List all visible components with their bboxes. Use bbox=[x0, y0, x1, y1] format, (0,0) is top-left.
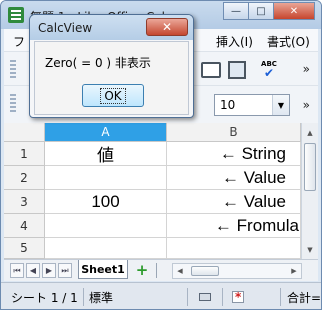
font-size-combobox[interactable]: 10 ▼ bbox=[214, 94, 290, 116]
select-all-corner[interactable] bbox=[4, 123, 45, 142]
chevron-down-icon[interactable]: ▼ bbox=[272, 95, 289, 115]
sheet-tab-bar: ⏮ ◀ ▶ ⏭ Sheet1 + ◀ ▶ bbox=[4, 259, 318, 281]
close-button[interactable]: ✕ bbox=[273, 2, 315, 20]
ok-button[interactable]: OK bbox=[82, 84, 144, 107]
horizontal-scroll-thumb[interactable] bbox=[191, 266, 219, 276]
toolbar-grip-icon[interactable] bbox=[10, 94, 16, 112]
document-modified-icon bbox=[232, 290, 244, 304]
dialog-title-bar[interactable]: CalcView ✕ bbox=[30, 15, 193, 40]
menu-insert[interactable]: 挿入(I) bbox=[216, 33, 253, 50]
column-header-a[interactable]: A bbox=[45, 123, 167, 142]
font-size-value[interactable]: 10 bbox=[220, 98, 235, 112]
row-header[interactable]: 1 bbox=[4, 142, 45, 166]
first-sheet-icon[interactable]: ⏮ bbox=[10, 263, 24, 278]
status-divider bbox=[187, 288, 188, 306]
status-bar: シート 1 / 1 標準 合計= bbox=[1, 282, 322, 309]
cell-b2[interactable]: ← Value bbox=[167, 166, 301, 190]
ok-button-label: OK bbox=[100, 87, 126, 104]
spreadsheet-grid[interactable]: A B 1 値 ← String 2 ← Value 3 100 ← Value… bbox=[4, 123, 301, 259]
table-row: 1 値 ← String bbox=[4, 142, 301, 166]
scroll-up-icon[interactable]: ▲ bbox=[303, 125, 317, 140]
last-sheet-icon[interactable]: ⏭ bbox=[58, 263, 72, 278]
column-header-b[interactable]: B bbox=[167, 123, 301, 142]
cell-a5[interactable] bbox=[45, 238, 167, 259]
vertical-scrollbar[interactable]: ▲ ▼ bbox=[301, 123, 318, 259]
calcview-dialog: CalcView ✕ Zero( = 0 ) 非表示 OK bbox=[29, 14, 194, 118]
dialog-title: CalcView bbox=[38, 21, 93, 35]
print-icon[interactable] bbox=[201, 60, 221, 80]
maximize-button[interactable]: □ bbox=[248, 2, 274, 20]
next-sheet-icon[interactable]: ▶ bbox=[42, 263, 56, 278]
table-row: 4 ← Fromula bbox=[4, 214, 301, 238]
status-page-style[interactable]: 標準 bbox=[89, 288, 113, 306]
status-divider bbox=[280, 288, 281, 306]
dialog-body: Zero( = 0 ) 非表示 OK bbox=[34, 41, 189, 115]
toolbar-grip-icon[interactable] bbox=[10, 60, 16, 78]
toolbar-overflow-button[interactable]: » bbox=[303, 62, 310, 76]
check-mark-icon: ✔ bbox=[263, 66, 275, 80]
toolbar-overflow-button[interactable]: » bbox=[303, 98, 310, 112]
selection-mode-icon[interactable] bbox=[199, 293, 211, 301]
cell-a1[interactable]: 値 bbox=[45, 142, 167, 166]
tab-sheet1[interactable]: Sheet1 bbox=[78, 260, 128, 279]
menu-file[interactable]: フ bbox=[13, 33, 25, 50]
prev-sheet-icon[interactable]: ◀ bbox=[26, 263, 40, 278]
cell-a2[interactable] bbox=[45, 166, 167, 190]
spellcheck-icon[interactable]: ABC ✔ bbox=[259, 59, 279, 79]
status-divider bbox=[83, 288, 84, 306]
tab-splitter[interactable] bbox=[156, 263, 157, 278]
dialog-message: Zero( = 0 ) 非表示 bbox=[45, 56, 151, 70]
table-row: 2 ← Value bbox=[4, 166, 301, 190]
status-sum: 合計= bbox=[287, 290, 322, 305]
status-sheet-position: シート 1 / 1 bbox=[11, 290, 78, 305]
cell-a3[interactable]: 100 bbox=[45, 190, 167, 214]
row-header[interactable]: 2 bbox=[4, 166, 45, 190]
minimize-button[interactable]: — bbox=[223, 2, 249, 20]
add-sheet-icon[interactable]: + bbox=[132, 261, 152, 279]
horizontal-scrollbar[interactable]: ◀ ▶ bbox=[172, 263, 302, 279]
scroll-right-icon[interactable]: ▶ bbox=[287, 264, 301, 278]
table-row: 5 bbox=[4, 238, 301, 259]
cell-a4[interactable] bbox=[45, 214, 167, 238]
vertical-scroll-thumb[interactable] bbox=[304, 143, 316, 191]
menu-format[interactable]: 書式(O) bbox=[267, 33, 310, 50]
print-preview-icon[interactable] bbox=[227, 60, 247, 80]
table-row: 3 100 ← Value bbox=[4, 190, 301, 214]
cell-b1[interactable]: ← String bbox=[167, 142, 301, 166]
row-header[interactable]: 4 bbox=[4, 214, 45, 238]
status-divider bbox=[222, 288, 223, 306]
scroll-left-icon[interactable]: ◀ bbox=[173, 264, 187, 278]
cell-b3[interactable]: ← Value bbox=[167, 190, 301, 214]
dialog-close-button[interactable]: ✕ bbox=[146, 18, 188, 36]
calc-app-icon bbox=[8, 7, 24, 23]
row-header[interactable]: 3 bbox=[4, 190, 45, 214]
cell-b4[interactable]: ← Fromula bbox=[167, 214, 301, 238]
cell-b5[interactable] bbox=[167, 238, 301, 259]
scroll-down-icon[interactable]: ▼ bbox=[303, 242, 317, 257]
window-controls: — □ ✕ bbox=[223, 2, 315, 20]
row-header[interactable]: 5 bbox=[4, 238, 45, 259]
